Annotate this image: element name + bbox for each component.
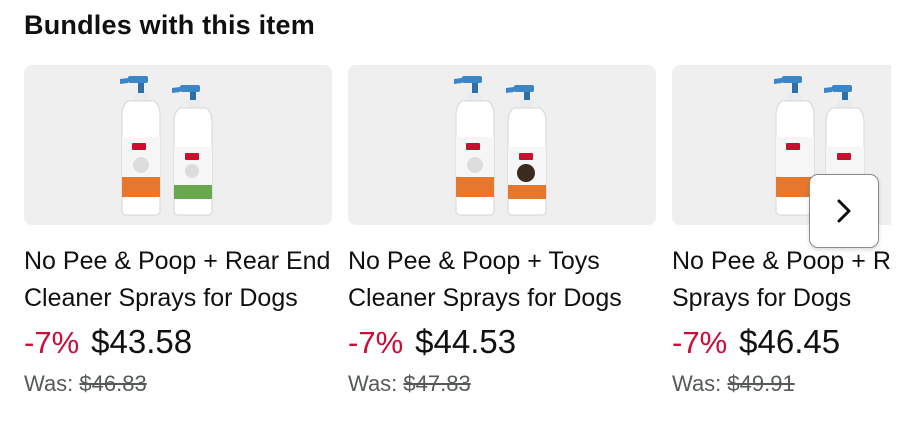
price: $46.45 (739, 323, 841, 360)
was-label: Was: (348, 371, 398, 396)
bundle-card[interactable]: No Pee & Poop + Toys Cleaner Sprays for … (348, 65, 656, 397)
spray-bottles-image (454, 76, 547, 216)
was-price: $46.83 (79, 371, 147, 396)
bundle-card[interactable]: No Pee & Poop + Rear End Cleaner Sprays … (24, 65, 332, 397)
price: $43.58 (91, 323, 193, 360)
was-price-row: Was: $47.83 (348, 371, 656, 397)
discount-percent: -7% (348, 325, 404, 360)
carousel-next-button[interactable] (809, 174, 879, 248)
product-image[interactable] (24, 65, 332, 225)
product-image[interactable] (348, 65, 656, 225)
bundles-section: Bundles with this item No Pee & Poop + R… (0, 0, 920, 434)
discount-percent: -7% (672, 325, 728, 360)
spray-bottles-image (120, 76, 213, 216)
was-price-row: Was: $46.83 (24, 371, 332, 397)
product-title[interactable]: No Pee & Poop + Remover Sprays for Dogs (672, 243, 891, 317)
bottle-front (506, 85, 547, 216)
was-label: Was: (24, 371, 74, 396)
was-label: Was: (672, 371, 722, 396)
card-track: No Pee & Poop + Rear End Cleaner Sprays … (24, 65, 891, 397)
price: $44.53 (415, 323, 517, 360)
discount-percent: -7% (24, 325, 80, 360)
price-row: -7% $43.58 (24, 323, 332, 365)
was-price: $49.91 (727, 371, 795, 396)
bottle-front (172, 85, 213, 216)
price-row: -7% $44.53 (348, 323, 656, 365)
bottle-back (454, 76, 495, 216)
was-price: $47.83 (403, 371, 471, 396)
bundles-carousel: No Pee & Poop + Rear End Cleaner Sprays … (24, 65, 891, 434)
price-row: -7% $46.45 (672, 323, 891, 365)
product-title[interactable]: No Pee & Poop + Rear End Cleaner Sprays … (24, 243, 332, 317)
bottle-back (120, 76, 161, 216)
section-title: Bundles with this item (24, 10, 315, 40)
bottle-back (774, 76, 815, 216)
was-price-row: Was: $49.91 (672, 371, 891, 397)
chevron-right-icon (837, 199, 851, 223)
product-title[interactable]: No Pee & Poop + Toys Cleaner Sprays for … (348, 243, 656, 317)
